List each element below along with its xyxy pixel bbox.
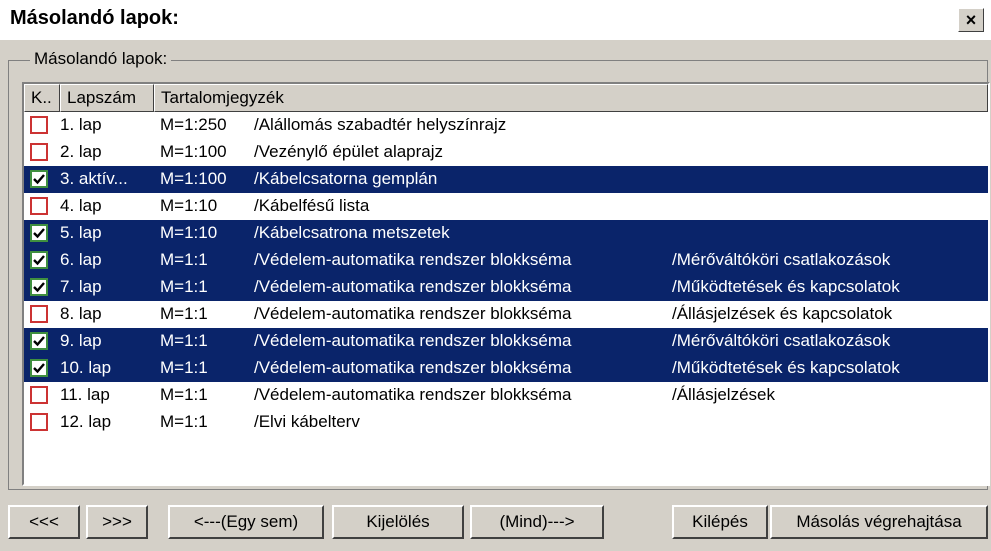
checkbox[interactable] [30,386,48,404]
column-header-contents[interactable]: Tartalomjegyzék [154,84,988,112]
sheet-description: /Alállomás szabadtér helyszínrajz [254,115,507,134]
checkbox[interactable] [30,278,48,296]
sheet-description: /Elvi kábelterv [254,412,360,431]
sheet-scale: M=1:10 [160,223,218,242]
sheet-list[interactable]: K.. Lapszám Tartalomjegyzék 1. lap M=1:25… [22,82,990,486]
sheet-description: /Védelem-automatika rendszer blokkséma [254,250,572,269]
list-row[interactable]: 11. lap M=1:1/Védelem-automatika rendszer… [24,382,988,409]
sheet-number: 4. lap [60,196,102,215]
checkbox[interactable] [30,116,48,134]
checkbox[interactable] [30,305,48,323]
list-row[interactable]: 4. lap M=1:10/Kábelfésű lista [24,193,988,220]
checkbox[interactable] [30,224,48,242]
checkbox[interactable] [30,143,48,161]
sheet-number: 8. lap [60,304,102,323]
checkbox[interactable] [30,359,48,377]
sheet-subdescription: /Mérőváltóköri csatlakozások [672,250,891,269]
sheet-number: 10. lap [60,358,112,377]
sheet-number: 11. lap [60,385,110,404]
close-button[interactable]: × [958,8,984,32]
sheet-scale: M=1:250 [160,115,227,134]
sheet-number: 9. lap [60,331,102,350]
checkbox[interactable] [30,170,48,188]
window-title: Másolandó lapok: [10,7,179,29]
exit-button[interactable]: Kilépés [672,505,768,539]
sheet-subdescription: /Működtetések és kapcsolatok [672,277,900,296]
checkbox[interactable] [30,332,48,350]
sheet-scale: M=1:10 [160,196,218,215]
column-header-sheet-number[interactable]: Lapszám [60,84,154,112]
list-row[interactable]: 6. lap M=1:1/Védelem-automatika rendszer … [24,247,988,274]
list-header: K.. Lapszám Tartalomjegyzék [24,84,988,112]
sheet-scale: M=1:1 [160,250,208,269]
sheet-description: /Kábelfésű lista [254,196,370,215]
checkmark-icon [33,255,45,266]
sheet-number: 7. lap [60,277,102,296]
list-row[interactable]: 10. lap M=1:1/Védelem-automatika rendszer… [24,355,988,382]
list-row[interactable]: 12. lap M=1:1/Elvi kábelterv [24,409,988,436]
sheet-number: 5. lap [60,223,102,242]
execute-copy-button[interactable]: Másolás végrehajtása [770,505,988,539]
checkbox[interactable] [30,251,48,269]
list-row[interactable]: 9. lap M=1:1/Védelem-automatika rendszer … [24,328,988,355]
close-icon: × [965,9,977,30]
select-button[interactable]: Kijelölés [332,505,464,539]
sheet-description: /Vezénylő épület alaprajz [254,142,444,161]
column-header-check[interactable]: K.. [24,84,60,112]
title-bar: Másolandó lapok: × [0,0,991,40]
list-row[interactable]: 5. lap M=1:10/Kábelcsatrona metszetek [24,220,988,247]
sheet-subdescription: /Állásjelzések [672,385,775,404]
checkmark-icon [33,282,45,293]
sheet-description: /Védelem-automatika rendszer blokkséma [254,358,572,377]
sheet-description: /Védelem-automatika rendszer blokkséma [254,304,572,323]
list-row[interactable]: 7. lap M=1:1/Védelem-automatika rendszer … [24,274,988,301]
sheet-scale: M=1:1 [160,277,208,296]
group-label: Másolandó lapok: [30,49,172,69]
list-row[interactable]: 1. lap M=1:250/Alállomás szabadtér helysz… [24,112,988,139]
sheet-scale: M=1:100 [160,169,227,188]
select-none-button[interactable]: <---(Egy sem) [168,505,324,539]
select-all-button[interactable]: (Mind)---> [470,505,604,539]
list-row[interactable]: 8. lap M=1:1/Védelem-automatika rendszer … [24,301,988,328]
sheet-number: 6. lap [60,250,102,269]
checkmark-icon [33,174,45,185]
sheet-subdescription: /Működtetések és kapcsolatok [672,358,900,377]
sheet-description: /Kábelcsatorna gemplán [254,169,438,188]
sheet-number: 3. aktív... [60,169,128,188]
sheet-scale: M=1:1 [160,331,208,350]
list-row[interactable]: 3. aktív... M=1:100/Kábelcsatorna gemplán [24,166,988,193]
sheet-subdescription: /Mérőváltóköri csatlakozások [672,331,891,350]
sheet-number: 12. lap [60,412,112,431]
list-row[interactable]: 2. lap M=1:100/Vezénylő épület alaprajz [24,139,988,166]
checkbox[interactable] [30,197,48,215]
sheet-scale: M=1:100 [160,142,227,161]
sheet-number: 2. lap [60,142,102,161]
sheet-scale: M=1:1 [160,412,208,431]
checkmark-icon [33,363,45,374]
sheet-number: 1. lap [60,115,102,134]
sheet-description: /Védelem-automatika rendszer blokkséma [254,331,572,350]
next-button[interactable]: >>> [86,505,148,539]
checkmark-icon [33,228,45,239]
sheet-subdescription: /Állásjelzések és kapcsolatok [672,304,893,323]
sheet-scale: M=1:1 [160,385,208,404]
list-rows: 1. lap M=1:250/Alállomás szabadtér helysz… [24,112,988,436]
sheet-description: /Kábelcsatrona metszetek [254,223,450,242]
prev-button[interactable]: <<< [8,505,80,539]
sheet-description: /Védelem-automatika rendszer blokkséma [254,385,572,404]
sheet-scale: M=1:1 [160,358,208,377]
sheet-description: /Védelem-automatika rendszer blokkséma [254,277,572,296]
sheet-scale: M=1:1 [160,304,208,323]
checkmark-icon [33,336,45,347]
checkbox[interactable] [30,413,48,431]
